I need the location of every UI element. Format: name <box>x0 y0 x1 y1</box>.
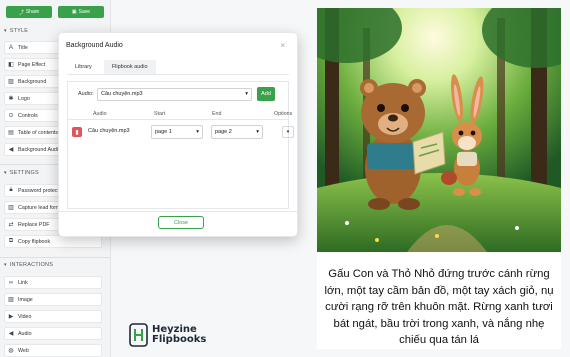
table-row: ▮ Câu chuyện.mp3 page 1 ▾ page 2 ▾ ▾ <box>68 122 294 142</box>
start-page-select[interactable]: page 1 ▾ <box>151 125 203 139</box>
replace-icon: ⇄ <box>8 222 14 228</box>
table-header: Audio Start End Options <box>68 108 292 120</box>
chevron-down-icon: ▾ <box>4 262 7 268</box>
image-icon: ▨ <box>8 297 14 303</box>
lock-icon: 🔒︎ <box>9 187 13 193</box>
story-caption: Gấu Con và Thỏ Nhỏ đứng trước cánh rừng … <box>324 268 554 346</box>
logo-line2: Flipbooks <box>152 334 207 345</box>
settings-section-header[interactable]: ▾ SETTINGS <box>4 170 39 176</box>
close-button[interactable]: Close <box>158 216 204 229</box>
sidebar-item-image[interactable]: ▨ Image <box>4 293 102 306</box>
dialog-title: Background Audio <box>66 42 123 49</box>
row-audio-name: Câu chuyện.mp3 <box>88 128 130 134</box>
sidebar-item-audio[interactable]: ◀ Audio <box>4 327 102 340</box>
tab-library[interactable]: Library <box>67 60 100 74</box>
share-icon: ⤴ <box>18 9 24 16</box>
video-icon: ▶ <box>8 314 14 320</box>
audio-icon: ◀ <box>8 331 14 337</box>
audio-panel: Audio: Câu chuyện.mp3 ▾ Add Audio Start … <box>67 81 294 209</box>
style-section-header[interactable]: ▾ STYLE <box>4 28 28 34</box>
delete-button[interactable]: ▮ <box>72 127 82 137</box>
audio-icon: ◀ <box>8 147 14 153</box>
form-icon: ▥ <box>8 205 14 211</box>
chevron-down-icon: ▾ <box>4 28 7 34</box>
close-icon[interactable]: × <box>280 41 285 50</box>
end-page-select[interactable]: page 2 ▾ <box>211 125 263 139</box>
save-button[interactable]: ▣ Save <box>58 6 104 18</box>
sidebar-item-link[interactable]: ∞ Link <box>4 276 102 289</box>
column-header-start: Start <box>154 111 166 117</box>
copy-icon: ⧉ <box>8 238 14 244</box>
tab-flipbook-audio[interactable]: Flipbook audio <box>103 60 156 74</box>
sidebar-item-web[interactable]: ◍ Web <box>4 344 102 357</box>
trash-icon: ▮ <box>75 129 79 136</box>
column-header-end: End <box>212 111 222 117</box>
flipbook-page[interactable]: Gấu Con và Thỏ Nhỏ đứng trước cánh rừng … <box>317 8 561 349</box>
controls-icon: ⊙ <box>8 113 14 119</box>
heyzine-logo-icon <box>129 323 148 347</box>
save-icon: ▣ <box>71 9 77 15</box>
audio-label: Audio: <box>78 91 94 97</box>
chevron-down-icon: ▾ <box>196 129 199 135</box>
share-button[interactable]: ⤴ Share <box>6 6 52 18</box>
caret-down-icon: ▾ <box>286 129 290 135</box>
background-audio-dialog: Background Audio × Library Flipbook audi… <box>58 32 298 237</box>
audio-picker-row: Audio: Câu chuyện.mp3 ▾ Add <box>78 86 286 102</box>
divider <box>0 257 110 258</box>
heyzine-logo: Heyzine Flipbooks <box>129 323 206 347</box>
web-icon: ◍ <box>8 348 14 354</box>
chevron-down-icon: ▾ <box>4 170 7 176</box>
image-icon: ▨ <box>8 79 14 85</box>
chevron-down-icon: ▾ <box>245 91 248 97</box>
star-icon: ✱ <box>8 96 14 102</box>
audio-select[interactable]: Câu chuyện.mp3 ▾ <box>97 87 252 101</box>
sidebar-item-video[interactable]: ▶ Video <box>4 310 102 323</box>
chevron-down-icon: ▾ <box>256 129 259 135</box>
book-icon: ▤ <box>8 130 14 136</box>
link-icon: ∞ <box>8 279 14 286</box>
interactions-section-header[interactable]: ▾ INTERACTIONS <box>4 262 53 268</box>
tab-bar: Library Flipbook audio <box>67 60 289 75</box>
column-header-audio: Audio <box>93 111 107 117</box>
page-effect-icon: ◧ <box>8 62 14 68</box>
story-illustration <box>317 8 561 252</box>
text-icon: A <box>8 44 13 51</box>
column-header-options: Options <box>274 111 293 117</box>
options-button[interactable]: ▾ <box>282 126 294 138</box>
add-button[interactable]: Add <box>257 87 275 101</box>
dialog-footer <box>59 211 297 212</box>
